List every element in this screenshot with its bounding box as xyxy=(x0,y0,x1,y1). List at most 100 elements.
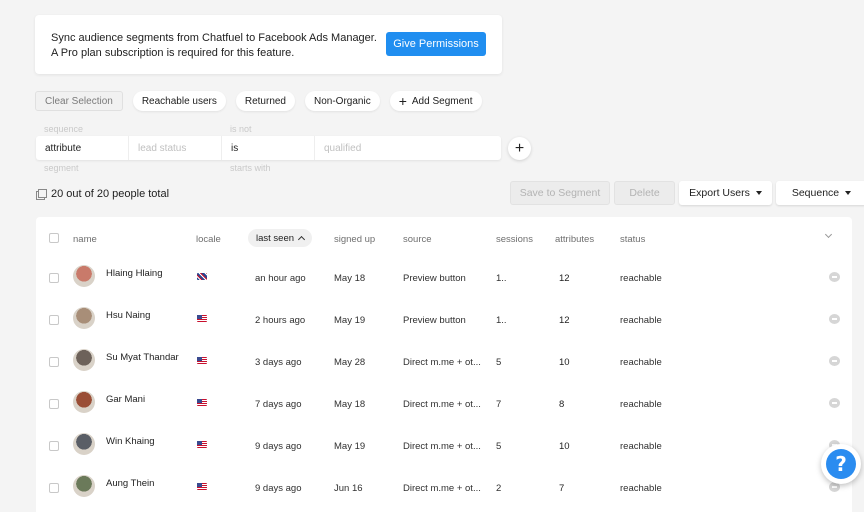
filter-option-sequence[interactable]: sequence xyxy=(44,124,83,134)
filter-option-starts-with[interactable]: starts with xyxy=(230,163,271,173)
status: reachable xyxy=(620,357,662,368)
row-checkbox[interactable] xyxy=(49,399,59,409)
permissions-banner: Sync audience segments from Chatfuel to … xyxy=(35,15,502,74)
avatar xyxy=(73,433,95,455)
attributes: 10 xyxy=(559,441,570,452)
add-filter-button[interactable]: + xyxy=(508,137,531,160)
attributes: 12 xyxy=(559,315,570,326)
clear-selection-button[interactable]: Clear Selection xyxy=(35,91,123,111)
source: Preview button xyxy=(403,273,466,284)
row-checkbox[interactable] xyxy=(49,483,59,493)
status: reachable xyxy=(620,483,662,494)
header-signed-up[interactable]: signed up xyxy=(334,234,375,245)
row-checkbox[interactable] xyxy=(49,315,59,325)
flag-us-icon xyxy=(197,315,207,322)
chip-returned[interactable]: Returned xyxy=(235,91,295,111)
avatar xyxy=(73,307,95,329)
header-source[interactable]: source xyxy=(403,234,432,245)
messenger-icon[interactable] xyxy=(829,272,840,282)
table-row[interactable]: Win Khaing 9 days ago May 19 Direct m.me + … xyxy=(36,426,852,468)
help-button[interactable]: ? xyxy=(821,444,861,484)
user-name[interactable]: Hsu Naing xyxy=(106,310,150,321)
flag-us-icon xyxy=(197,483,207,490)
header-last-seen-label: last seen xyxy=(256,232,295,244)
messenger-icon[interactable] xyxy=(829,314,840,324)
sessions: 1.. xyxy=(496,315,507,326)
add-segment-label: Add Segment xyxy=(411,95,473,107)
header-name[interactable]: name xyxy=(73,234,97,245)
chip-reachable-users[interactable]: Reachable users xyxy=(132,91,226,111)
banner-text: Sync audience segments from Chatfuel to … xyxy=(51,31,377,60)
messenger-icon[interactable] xyxy=(829,398,840,408)
table-row[interactable]: Su Myat Thandar 3 days ago May 28 Direct m.… xyxy=(36,342,852,384)
user-name[interactable]: Hlaing Hlaing xyxy=(106,268,163,279)
last-seen: 2 hours ago xyxy=(255,315,306,326)
chip-non-organic[interactable]: Non-Organic xyxy=(305,91,380,111)
header-locale[interactable]: locale xyxy=(196,234,221,245)
export-users-dropdown[interactable]: Export Users xyxy=(679,181,772,205)
table-row[interactable]: Hsu Naing 2 hours ago May 19 Preview button… xyxy=(36,300,852,342)
sequence-dropdown[interactable]: Sequence xyxy=(776,181,864,205)
messenger-icon[interactable] xyxy=(829,356,840,366)
signed-up: May 19 xyxy=(334,441,366,452)
header-attributes[interactable]: attributes xyxy=(555,234,594,245)
banner-line-2: A Pro plan subscription is required for … xyxy=(51,46,295,59)
last-seen: 7 days ago xyxy=(255,399,302,410)
filter-option-segment[interactable]: segment xyxy=(44,163,79,173)
source: Direct m.me + ot... xyxy=(403,399,481,410)
delete-button[interactable]: Delete xyxy=(614,181,675,205)
attributes: 10 xyxy=(559,357,570,368)
attributes: 12 xyxy=(559,273,570,284)
table-row[interactable]: Hlaing Hlaing an hour ago May 18 Preview bu… xyxy=(36,258,852,300)
table-row[interactable]: Aung Thein 9 days ago Jun 16 Direct m.me + … xyxy=(36,468,852,510)
sessions: 5 xyxy=(496,357,502,368)
signed-up: Jun 16 xyxy=(334,483,363,494)
source: Preview button xyxy=(403,315,466,326)
user-name[interactable]: Gar Mani xyxy=(106,394,145,405)
filter-value-input[interactable]: qualified xyxy=(315,136,501,160)
table-row[interactable]: Gar Mani 7 days ago May 18 Direct m.me + ot… xyxy=(36,384,852,426)
plus-icon: + xyxy=(514,139,525,157)
source: Direct m.me + ot... xyxy=(403,483,481,494)
avatar xyxy=(73,265,95,287)
last-seen: 9 days ago xyxy=(255,441,302,452)
header-sessions[interactable]: sessions xyxy=(496,234,533,245)
plus-icon: + xyxy=(398,93,407,109)
sequence-label: Sequence xyxy=(791,187,840,199)
filter-option-is-not[interactable]: is not xyxy=(230,124,252,134)
user-name[interactable]: Su Myat Thandar xyxy=(106,352,179,363)
avatar xyxy=(73,475,95,497)
give-permissions-button[interactable]: Give Permissions xyxy=(386,32,486,56)
people-count-text: 20 out of 20 people total xyxy=(51,188,170,200)
filter-type-select[interactable]: attribute xyxy=(36,136,129,160)
filter-attribute-input[interactable]: lead status xyxy=(129,136,222,160)
signed-up: May 18 xyxy=(334,399,366,410)
add-segment-button[interactable]: + Add Segment xyxy=(389,91,482,111)
flag-gb-icon xyxy=(197,273,207,280)
columns-menu-icon[interactable] xyxy=(824,230,833,239)
filter-operator-select[interactable]: is xyxy=(222,136,315,160)
status: reachable xyxy=(620,315,662,326)
signed-up: May 28 xyxy=(334,357,366,368)
user-name[interactable]: Aung Thein xyxy=(106,478,154,489)
status: reachable xyxy=(620,273,662,284)
save-to-segment-button[interactable]: Save to Segment xyxy=(510,181,610,205)
row-checkbox[interactable] xyxy=(49,273,59,283)
people-count: 20 out of 20 people total xyxy=(36,188,169,200)
attributes: 8 xyxy=(559,399,565,410)
status: reachable xyxy=(620,441,662,452)
select-all-icon[interactable] xyxy=(36,189,47,200)
header-status[interactable]: status xyxy=(620,234,645,245)
header-last-seen[interactable]: last seen xyxy=(248,229,313,247)
avatar xyxy=(73,349,95,371)
row-checkbox[interactable] xyxy=(49,357,59,367)
sort-ascending-icon xyxy=(297,235,306,244)
select-all-checkbox[interactable] xyxy=(49,233,59,243)
question-icon: ? xyxy=(826,449,856,479)
table-header: name locale last seen signed up source s… xyxy=(36,217,852,257)
last-seen: 3 days ago xyxy=(255,357,302,368)
row-checkbox[interactable] xyxy=(49,441,59,451)
last-seen: 9 days ago xyxy=(255,483,302,494)
users-table: name locale last seen signed up source s… xyxy=(36,217,852,512)
user-name[interactable]: Win Khaing xyxy=(106,436,155,447)
